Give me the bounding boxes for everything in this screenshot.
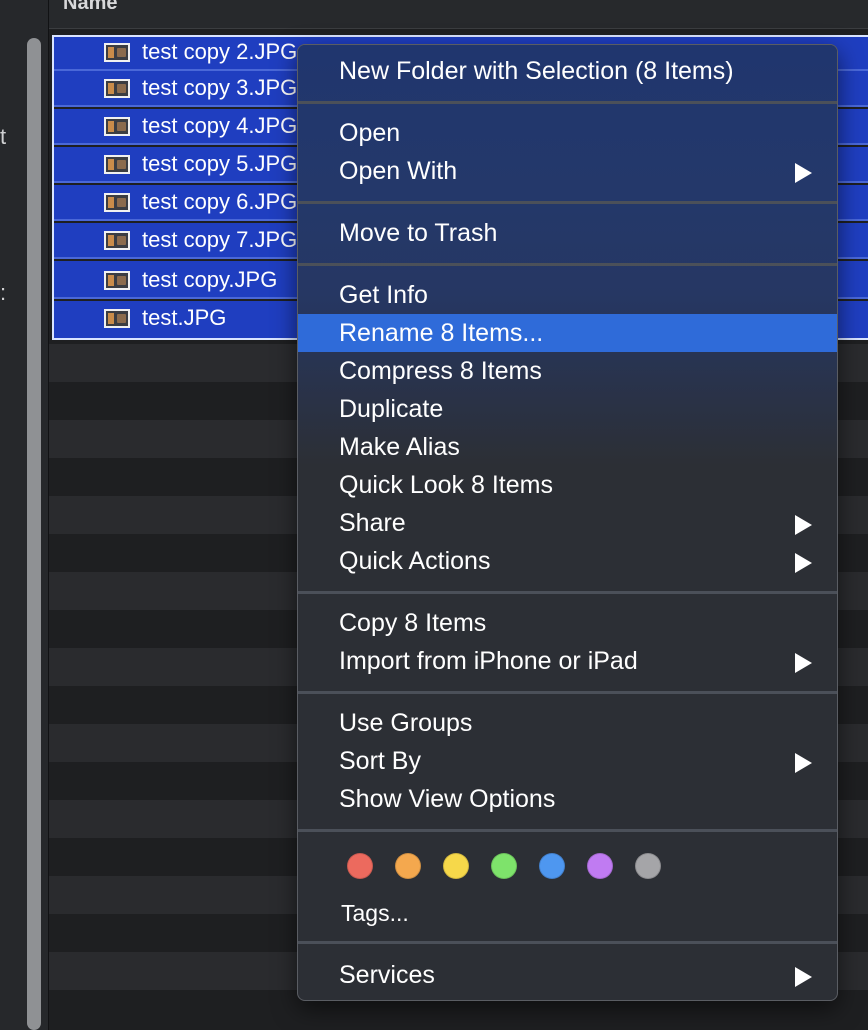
menu-item-label: Show View Options xyxy=(339,785,556,813)
submenu-arrow-icon xyxy=(795,163,812,183)
menu-item-services[interactable]: Services xyxy=(298,956,837,994)
column-header: Name xyxy=(49,0,868,29)
menu-item-show-view-options[interactable]: Show View Options xyxy=(298,780,837,818)
menu-item-import-from-iphone[interactable]: Import from iPhone or iPad xyxy=(298,642,837,680)
menu-item-label: Quick Look 8 Items xyxy=(339,471,553,499)
tag-purple-dot[interactable] xyxy=(587,853,613,879)
menu-item-move-to-trash[interactable]: Move to Trash xyxy=(298,214,837,252)
tag-yellow-dot[interactable] xyxy=(443,853,469,879)
menu-item-label: Rename 8 Items... xyxy=(339,319,544,347)
menu-separator xyxy=(298,691,837,694)
menu-item-label: Move to Trash xyxy=(339,219,498,247)
sidebar-scrollbar[interactable] xyxy=(27,38,41,1030)
menu-separator xyxy=(298,101,837,104)
menu-item-label: Services xyxy=(339,961,435,989)
menu-item-label: Use Groups xyxy=(339,709,473,737)
menu-separator xyxy=(298,941,837,944)
menu-item-new-folder-with-selection[interactable]: New Folder with Selection (8 Items) xyxy=(298,52,837,90)
menu-item-use-groups[interactable]: Use Groups xyxy=(298,704,837,742)
menu-item-compress[interactable]: Compress 8 Items xyxy=(298,352,837,390)
menu-item-tags[interactable]: Tags... xyxy=(298,895,837,933)
tag-orange-dot[interactable] xyxy=(395,853,421,879)
menu-item-label: Duplicate xyxy=(339,395,444,423)
name-column-header[interactable]: Name xyxy=(63,0,117,15)
menu-item-make-alias[interactable]: Make Alias xyxy=(298,428,837,466)
menu-item-quick-actions[interactable]: Quick Actions xyxy=(298,542,837,580)
menu-item-label: Share xyxy=(339,509,406,537)
menu-item-label: Get Info xyxy=(339,281,428,309)
context-menu: New Folder with Selection (8 Items) Open… xyxy=(297,44,838,1001)
menu-item-rename[interactable]: Rename 8 Items... xyxy=(298,314,837,352)
tag-blue-dot[interactable] xyxy=(539,853,565,879)
submenu-arrow-icon xyxy=(795,753,812,773)
menu-item-label: Tags... xyxy=(341,900,409,926)
menu-separator xyxy=(298,829,837,832)
submenu-arrow-icon xyxy=(795,967,812,987)
tag-green-dot[interactable] xyxy=(491,853,517,879)
menu-item-label: Make Alias xyxy=(339,433,460,461)
menu-item-open-with[interactable]: Open With xyxy=(298,152,837,190)
menu-item-share[interactable]: Share xyxy=(298,504,837,542)
menu-item-label: Quick Actions xyxy=(339,547,491,575)
menu-item-label: New Folder with Selection (8 Items) xyxy=(339,57,734,85)
menu-item-sort-by[interactable]: Sort By xyxy=(298,742,837,780)
menu-separator xyxy=(298,201,837,204)
menu-item-label: Sort By xyxy=(339,747,421,775)
menu-separator xyxy=(298,263,837,266)
submenu-arrow-icon xyxy=(795,515,812,535)
menu-item-label: Import from iPhone or iPad xyxy=(339,647,638,675)
tag-gray-dot[interactable] xyxy=(635,853,661,879)
menu-item-quick-look[interactable]: Quick Look 8 Items xyxy=(298,466,837,504)
menu-item-label: Open xyxy=(339,119,401,147)
menu-item-label: Copy 8 Items xyxy=(339,609,487,637)
sidebar-text-fragment: t xyxy=(0,124,7,149)
menu-item-label: Compress 8 Items xyxy=(339,357,542,385)
menu-item-copy[interactable]: Copy 8 Items xyxy=(298,604,837,642)
tag-red-dot[interactable] xyxy=(347,853,373,879)
menu-item-get-info[interactable]: Get Info xyxy=(298,276,837,314)
menu-item-open[interactable]: Open xyxy=(298,114,837,152)
menu-separator xyxy=(298,591,837,594)
sidebar-text-fragment: : xyxy=(0,280,7,305)
menu-item-label: Open With xyxy=(339,157,458,185)
submenu-arrow-icon xyxy=(795,553,812,573)
submenu-arrow-icon xyxy=(795,653,812,673)
menu-item-duplicate[interactable]: Duplicate xyxy=(298,390,837,428)
